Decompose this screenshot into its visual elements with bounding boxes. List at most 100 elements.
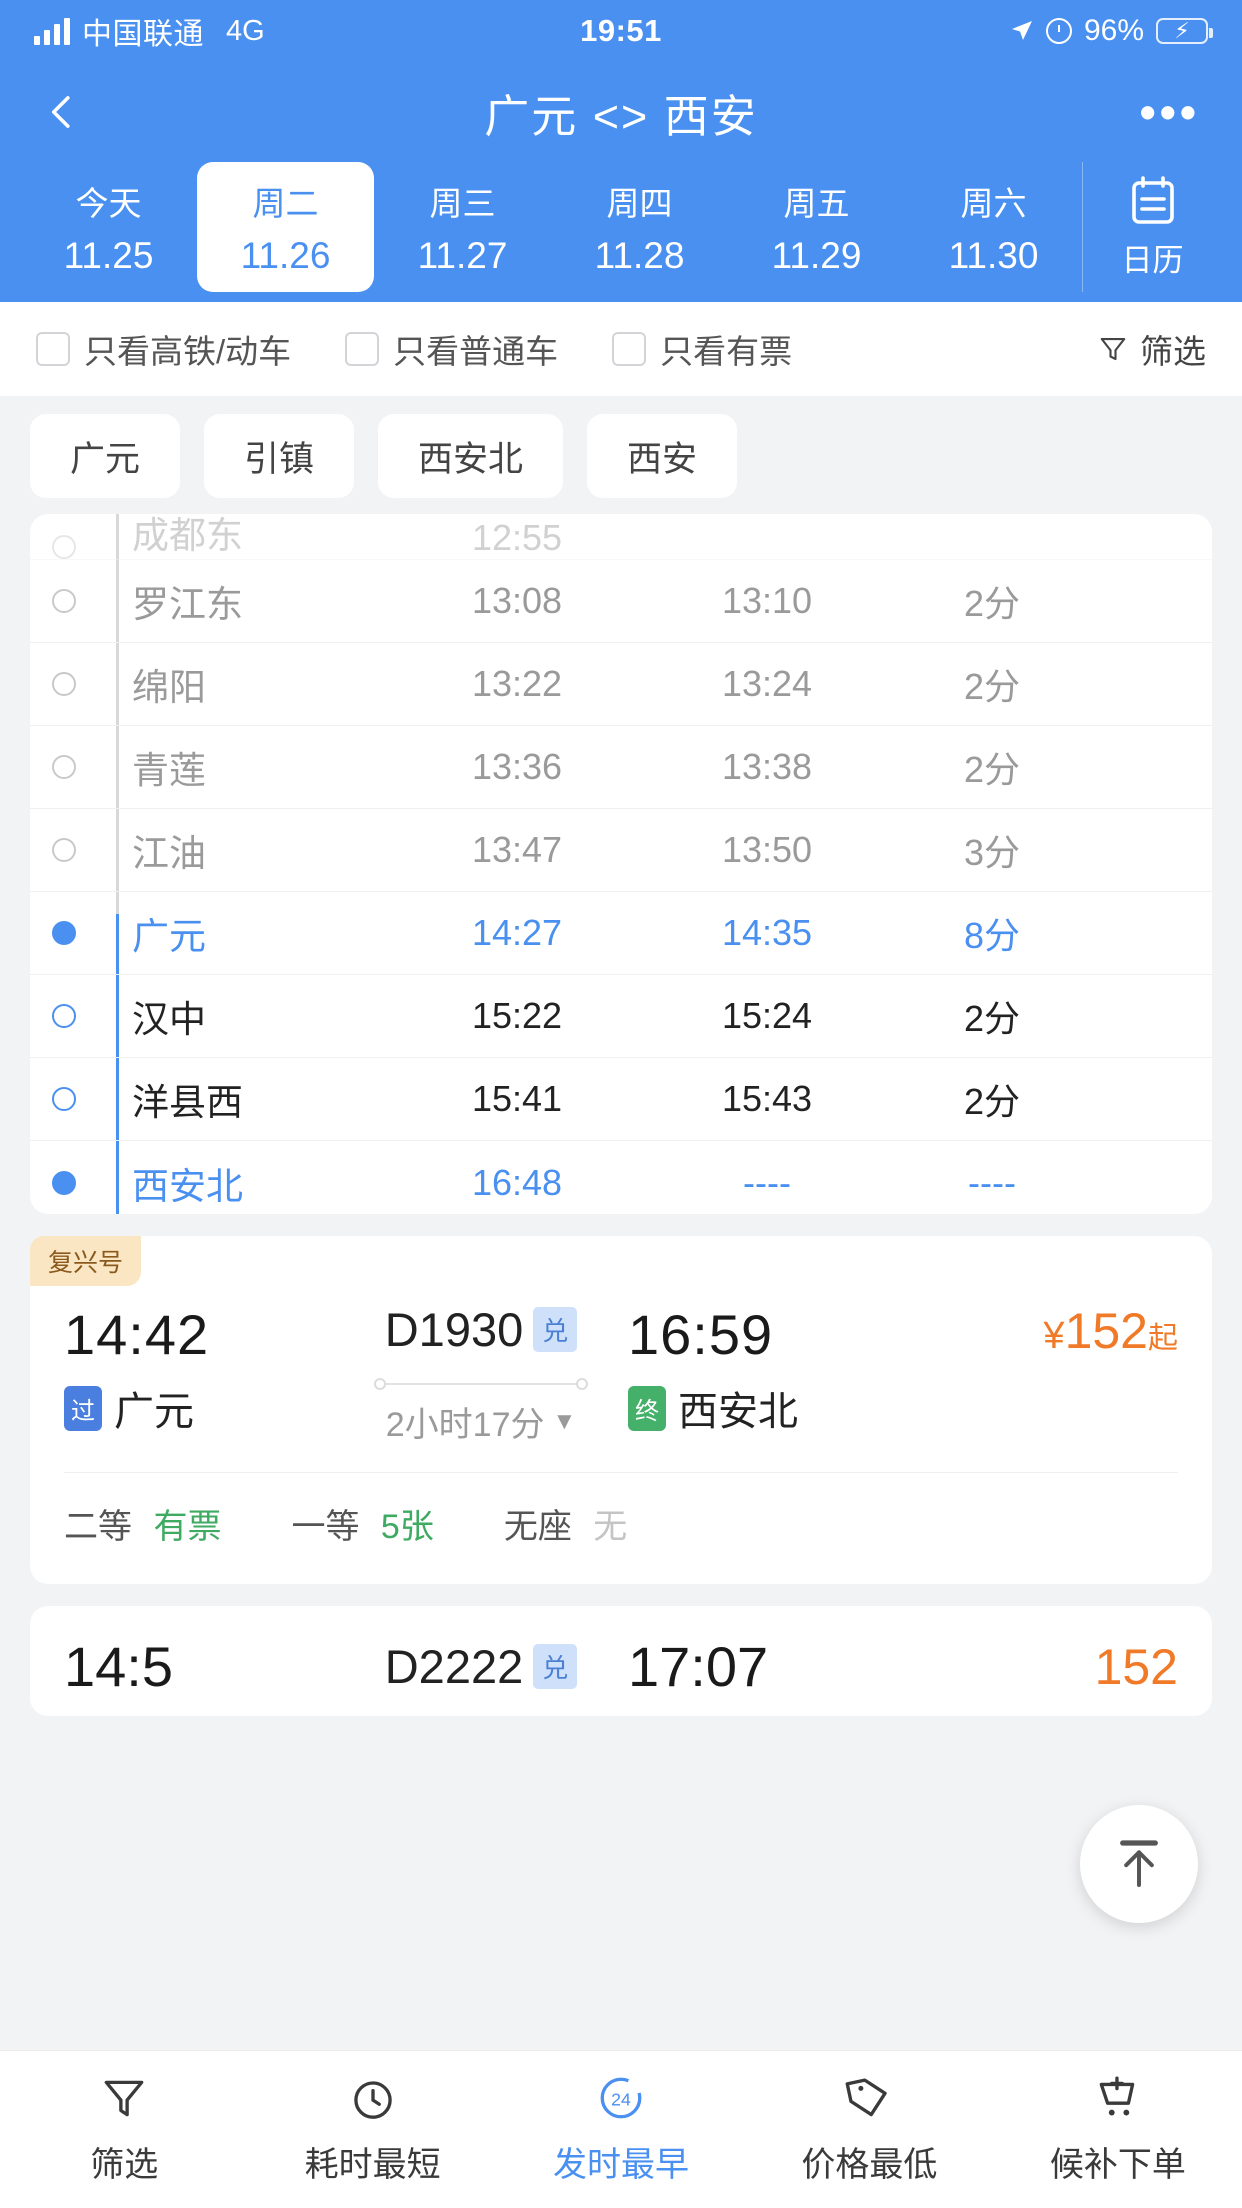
train-result-card[interactable]: 复兴号 14:42 过 广元 D1930 兑 2小时17分 ▼ 16:59 终 … [30,1236,1212,1584]
stop-dot [52,589,76,613]
seat-class-first[interactable]: 一等 5张 [291,1499,433,1548]
stop-arrive: 15:22 [471,995,563,1036]
filter-label: 只看高铁/动车 [84,333,292,370]
calendar-button[interactable]: 日历 [1082,162,1222,292]
bottom-item-earliest[interactable]: 24 发时最早 [497,2073,745,2186]
scroll-to-top-button[interactable] [1080,1805,1198,1923]
stop-stay: 2分 [963,1081,1021,1122]
filter-row: 只看高铁/动车 只看普通车 只看有票 筛选 [0,302,1242,396]
trip-duration-text: 2小时17分 [385,1406,545,1444]
stop-row-boarding[interactable]: 广元 14:27 14:35 8分 [30,892,1212,975]
battery-icon: ⚡ [1156,18,1213,44]
seat-class-second[interactable]: 二等 有票 [64,1499,221,1548]
stop-dot [52,838,76,862]
date-tabs: 今天 11.25 周二 11.26 周三 11.27 周四 11.28 周五 1… [0,162,1242,292]
station-chip-2[interactable]: 西安北 [378,414,564,498]
date-tab-2[interactable]: 周三 11.27 [374,162,551,292]
date-tab-4[interactable]: 周五 11.29 [728,162,905,292]
filter-label: 只看普通车 [393,333,559,370]
depart-time: 14:5 [64,1635,173,1698]
stop-row[interactable]: 青莲 13:36 13:38 2分 [30,726,1212,809]
checkbox-box[interactable] [612,332,647,366]
date-tab-weekday: 今天 [75,185,142,222]
stop-row[interactable]: 罗江东 13:08 13:10 2分 [30,560,1212,643]
pass-through-marker: 过 [64,1385,102,1431]
depart-time: 14:42 [64,1303,210,1366]
arrow-up-to-line-icon [1120,1840,1158,1887]
arrive-station-line: 终 西安北 [628,1379,898,1437]
seat-value: 有票 [153,1508,222,1546]
date-tab-1[interactable]: 周二 11.26 [197,162,374,292]
stop-station: 罗江东 [132,584,243,625]
stop-row-arrival[interactable]: 西安北 16:48 ---- ---- [30,1141,1212,1214]
bottom-item-label: 发时最早 [553,2146,690,2184]
stop-arrive: 13:36 [471,746,563,787]
stop-row[interactable]: 绵阳 13:22 13:24 2分 [30,643,1212,726]
stop-depart: 13:10 [721,580,813,621]
date-tab-date: 11.26 [240,235,331,276]
filter-checkbox-available[interactable]: 只看有票 [612,325,792,373]
exchange-badge: 兑 [533,1307,578,1352]
stop-dot [52,672,76,696]
price-tag-icon [846,2078,888,2117]
stop-dot [52,1004,76,1028]
stop-depart: 13:38 [721,746,813,787]
checkbox-box[interactable] [36,332,70,366]
date-tab-5[interactable]: 周六 11.30 [905,162,1082,292]
train-number-text: D2222 [384,1640,524,1693]
date-tab-0[interactable]: 今天 11.25 [20,162,197,292]
train-card-main: 14:42 过 广元 D1930 兑 2小时17分 ▼ 16:59 终 西安北 … [30,1286,1212,1446]
seat-class-standing[interactable]: 无座 无 [504,1499,627,1548]
station-chip-3[interactable]: 西安 [587,414,738,498]
stop-arrive: 16:48 [471,1161,563,1203]
app-root: 中国联通 4G 19:51 96% ⚡ 广元 <> 西安 ••• 今天 11.2… [0,0,1242,2208]
train-card-partial-row: 14:5 D2222 兑 17:07 152 [64,1634,1178,1699]
stop-station: 成都东 [132,515,243,556]
arrive-time: 16:59 [628,1303,774,1366]
train-result-card-partial[interactable]: 14:5 D2222 兑 17:07 152 [30,1606,1212,1716]
stop-depart: 15:43 [721,1078,813,1119]
ticket-price: 152 [1094,1638,1178,1695]
bottom-item-filter[interactable]: 筛选 [0,2073,248,2186]
stop-row[interactable]: 江油 13:47 13:50 3分 [30,809,1212,892]
calendar-icon [1131,175,1174,224]
train-number-block: D1930 兑 2小时17分 ▼ [334,1302,628,1446]
funnel-icon [1100,337,1126,361]
stop-arrive: 13:22 [471,663,563,704]
stop-arrive: 13:47 [471,829,563,870]
stop-station: 广元 [132,916,206,957]
depart-station: 广元 [114,1390,194,1434]
arrive-time: 17:07 [628,1635,769,1698]
bottom-item-lowest-price[interactable]: 价格最低 [745,2073,993,2186]
stop-dot [52,1087,76,1111]
filter-button[interactable]: 筛选 [1098,325,1206,373]
stop-row[interactable]: 成都东 12:55 [30,514,1212,560]
checkbox-box[interactable] [345,332,380,366]
bottom-item-label: 筛选 [90,2146,159,2184]
stop-depart: 13:50 [721,829,813,870]
stop-stay: 3分 [963,832,1021,873]
filter-checkbox-normal[interactable]: 只看普通车 [345,325,558,373]
bottom-item-waitlist-order[interactable]: 候补下单 [994,2073,1242,2186]
date-tab-3[interactable]: 周四 11.28 [551,162,728,292]
stop-depart: 14:35 [721,912,813,953]
arrive-station: 西安北 [678,1390,798,1434]
seat-value: 5张 [380,1508,434,1546]
bottom-item-shortest[interactable]: 耗时最短 [248,2073,496,2186]
date-tab-date: 11.30 [948,235,1039,276]
filter-checkbox-hsr[interactable]: 只看高铁/动车 [36,325,291,373]
ticket-price: ¥152起 [898,1302,1178,1360]
train-type-tag: 复兴号 [30,1236,142,1286]
station-chip-1[interactable]: 引镇 [204,414,355,498]
stop-station: 江油 [132,833,206,874]
stop-row[interactable]: 洋县西 15:41 15:43 2分 [30,1058,1212,1141]
stop-station: 洋县西 [132,1082,243,1123]
trip-duration[interactable]: 2小时17分 ▼ [334,1397,628,1446]
page-header: 广元 <> 西安 ••• 今天 11.25 周二 11.26 周三 11.27 … [0,62,1242,302]
station-chip-0[interactable]: 广元 [30,414,181,498]
train-number-text: D1930 [384,1303,524,1356]
clock-24-icon: 24 [600,2077,642,2119]
date-tab-weekday: 周五 [783,185,850,222]
stop-list-card: 成都东 12:55 罗江东 13:08 13:10 2分 绵阳 13:22 13… [30,514,1212,1214]
stop-row[interactable]: 汉中 15:22 15:24 2分 [30,975,1212,1058]
